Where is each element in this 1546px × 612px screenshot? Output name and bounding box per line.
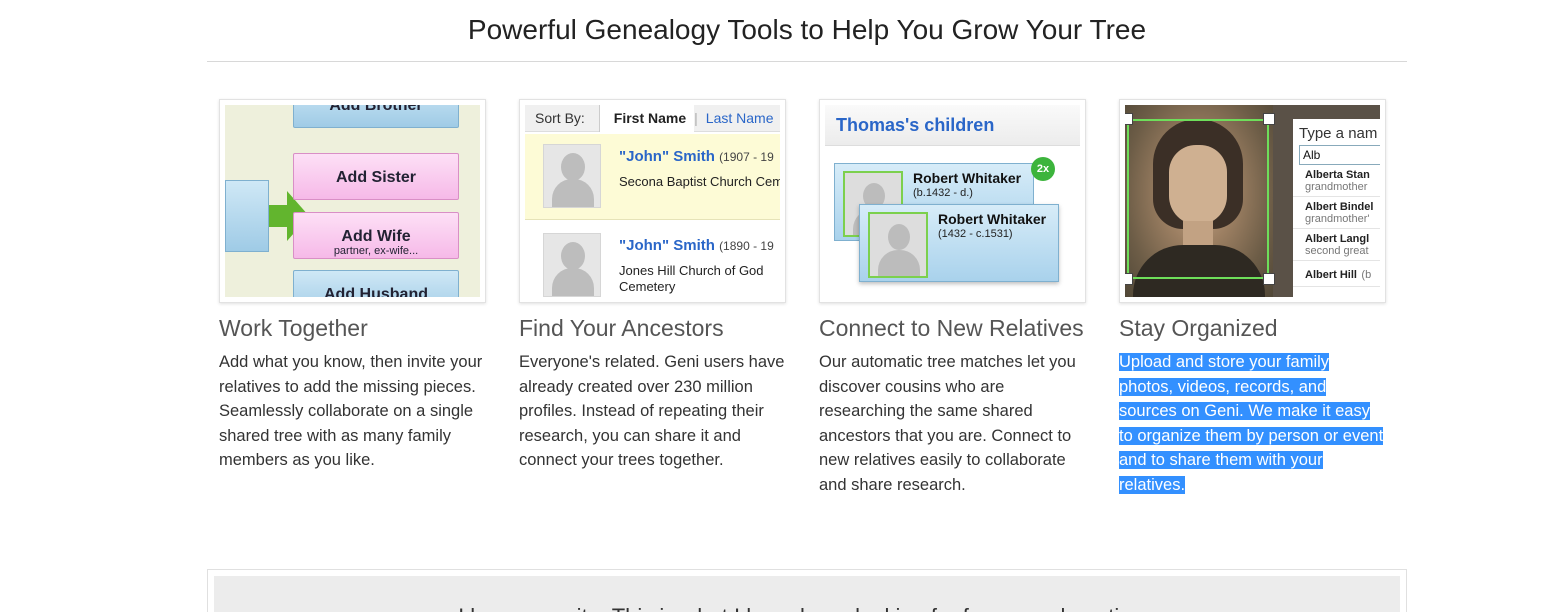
sort-last-name: Last Name — [705, 110, 774, 126]
tag-suggestion: Albert Bindel grandmother' — [1293, 197, 1380, 229]
tag-suggestion: Alberta Stan grandmother — [1293, 165, 1380, 197]
feature-thumbnail: Thomas's children Robert Whitaker (b.143… — [819, 99, 1086, 303]
tag-name-input: Alb — [1299, 145, 1380, 165]
feature-thumbnail: Type a nam Alb Alberta Stan grandmother … — [1119, 99, 1386, 303]
result-place: Jones Hill Church of God Cemetery — [619, 263, 764, 294]
feature-thumbnail: Sort By: First Name | Last Name "John" S… — [519, 99, 786, 303]
add-husband-button: Add Husband — [293, 270, 459, 297]
sort-label: Sort By: — [525, 105, 600, 132]
add-wife-label: Add Wife — [341, 228, 411, 245]
resize-handle — [1263, 113, 1275, 125]
feature-card-work-together: Add Brother Add Sister Add Wife partner,… — [219, 99, 487, 473]
feature-description: Everyone's related. Geni users have alre… — [519, 353, 785, 470]
avatar-silhouette-icon — [868, 212, 928, 278]
title-divider — [207, 61, 1407, 62]
testimonial-text: I love your site. This is what I have be… — [214, 576, 1400, 612]
tag-suggestion: Albert Langl second great — [1293, 229, 1380, 261]
face-tag-box — [1127, 119, 1269, 279]
result-row: "John" Smith (1907 - 19 Secona Baptist C… — [525, 134, 780, 220]
add-wife-sublabel: partner, ex-wife... — [333, 245, 419, 257]
testimonial-card: I love your site. This is what I have be… — [207, 569, 1407, 612]
result-name: "John" Smith (1890 - 19 — [619, 237, 774, 254]
feature-title: Connect to New Relatives — [819, 315, 1084, 341]
children-header: Thomas's children — [825, 105, 1080, 146]
sort-first-name: First Name — [599, 105, 695, 132]
result-row: "John" Smith (1890 - 19 Jones Hill Churc… — [525, 223, 780, 297]
feature-card-connect-relatives: Thomas's children Robert Whitaker (b.143… — [819, 99, 1087, 498]
feature-title: Find Your Ancestors — [519, 315, 724, 341]
add-sister-button: Add Sister — [293, 153, 459, 200]
profile-dates: (1432 - c.1531) — [938, 228, 1013, 240]
feature-title: Stay Organized — [1119, 315, 1278, 341]
add-brother-button: Add Brother — [293, 105, 459, 128]
feature-thumbnail: Add Brother Add Sister Add Wife partner,… — [219, 99, 486, 303]
result-place: Secona Baptist Church Cem — [619, 174, 780, 189]
avatar-silhouette-icon — [543, 233, 601, 297]
match-count-badge: 2x — [1031, 157, 1055, 181]
feature-card-find-ancestors: Sort By: First Name | Last Name "John" S… — [519, 99, 787, 473]
feature-title: Work Together — [219, 315, 368, 341]
profile-name: Robert Whitaker — [913, 170, 1022, 186]
resize-handle — [1125, 113, 1133, 125]
feature-card-stay-organized: Type a nam Alb Alberta Stan grandmother … — [1119, 99, 1387, 498]
feature-description: Our automatic tree matches let you disco… — [819, 353, 1076, 494]
page-title: Powerful Genealogy Tools to Help You Gro… — [467, 14, 1147, 45]
profile-dates: (b.1432 - d.) — [913, 187, 973, 199]
add-wife-button: Add Wife partner, ex-wife... — [293, 212, 459, 259]
selected-text: Upload and store your family photos, vid… — [1119, 353, 1384, 494]
arrow-right-icon — [269, 191, 309, 241]
tag-suggestion: Albert Hill (b — [1293, 261, 1380, 287]
avatar-silhouette-icon — [543, 144, 601, 208]
tag-panel-title: Type a nam — [1299, 125, 1378, 142]
resize-handle — [1125, 273, 1133, 285]
sort-bar: Sort By: First Name | Last Name — [525, 105, 780, 132]
tag-panel: Type a nam Alb Alberta Stan grandmother … — [1293, 119, 1380, 297]
person-node — [225, 180, 269, 252]
feature-description: Add what you know, then invite your rela… — [219, 353, 483, 470]
result-name: "John" Smith (1907 - 19 — [619, 148, 774, 165]
profile-card: Robert Whitaker (1432 - c.1531) — [859, 204, 1059, 282]
profile-name: Robert Whitaker — [938, 211, 1047, 227]
resize-handle — [1263, 273, 1275, 285]
feature-description: Upload and store your family photos, vid… — [1119, 350, 1387, 498]
